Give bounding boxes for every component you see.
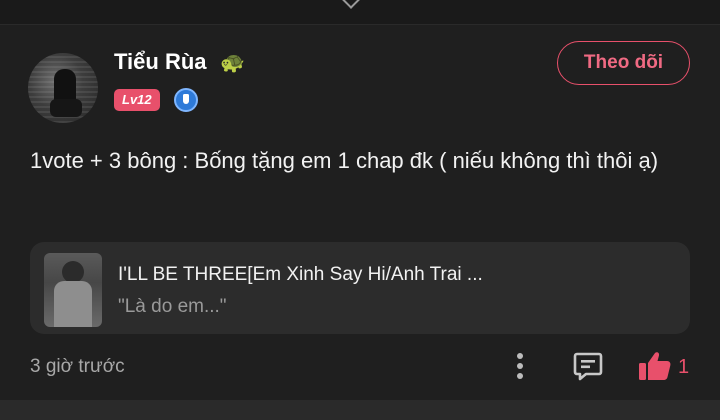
post-timestamp: 3 giờ trước [30,356,125,377]
more-options-icon[interactable] [510,351,530,381]
thumbs-up-icon[interactable] [638,350,672,382]
avatar-figure [54,69,76,103]
comment-icon[interactable] [572,350,604,382]
thumbnail-body [54,281,92,327]
comment-post: Tiểu Rùa 🐢 Lv12 Theo dõi 1vote + 3 bông … [0,25,720,400]
story-title: I'LL BE THREE[Em Xinh Say Hi/Anh Trai ..… [118,264,483,285]
turtle-emoji-icon: 🐢 [220,52,245,74]
thumbnail-head [62,261,84,283]
like-count: 1 [678,356,690,378]
dot [517,373,523,379]
bottom-divider-bar [0,400,720,420]
level-badge: Lv12 [114,89,160,111]
follow-button[interactable]: Theo dõi [557,41,690,85]
story-thumbnail [44,253,102,327]
post-content: 1vote + 3 bông : Bống tặng em 1 chap đk … [30,148,659,173]
verified-shield-icon [174,88,198,112]
top-divider-bar [0,0,720,25]
author-name[interactable]: Tiểu Rùa [114,49,207,75]
dot [517,353,523,359]
avatar[interactable] [28,53,98,123]
linked-story-card[interactable]: I'LL BE THREE[Em Xinh Say Hi/Anh Trai ..… [30,242,690,334]
story-excerpt: "Là do em..." [118,296,227,317]
avatar-figure-base [50,99,82,117]
dot [517,363,523,369]
chevron-down-icon [341,0,361,9]
